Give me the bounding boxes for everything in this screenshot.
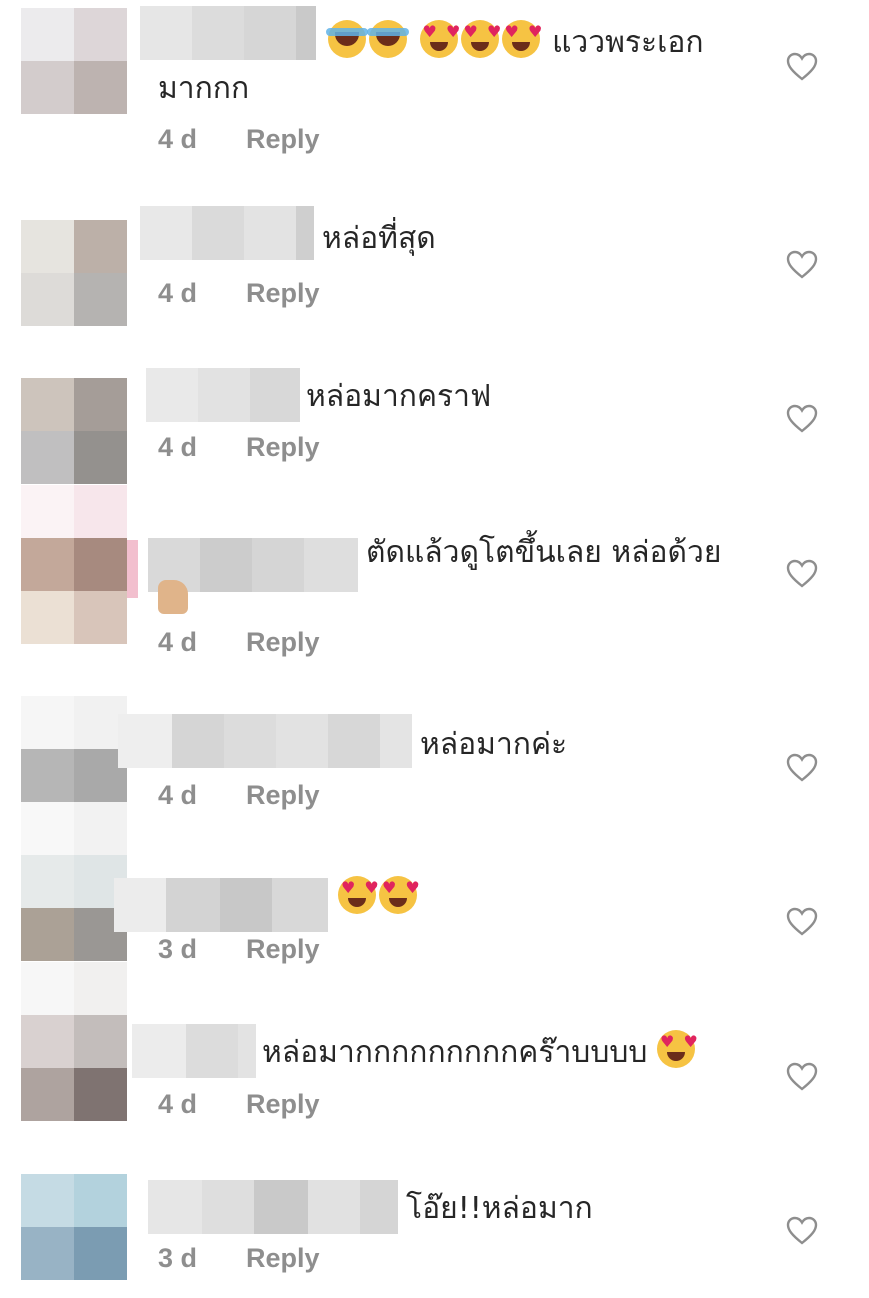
comment-text: ตัดแล้วดูโตขึ้นเลย หล่อด้วย bbox=[366, 535, 722, 570]
avatar-story-edge bbox=[127, 540, 138, 598]
reply-button[interactable]: Reply bbox=[246, 934, 320, 965]
reply-button[interactable]: Reply bbox=[246, 627, 320, 658]
comment-text bbox=[338, 876, 422, 922]
comment-body: หล่อมากกกกกกกกกคร๊าบบบบ bbox=[262, 1035, 648, 1070]
heart-eyes-emoji-icon bbox=[501, 20, 544, 58]
heart-outline-icon[interactable] bbox=[786, 404, 818, 434]
comment-text: โอ๊ย!!หล่อมาก bbox=[406, 1191, 593, 1226]
comment-time: 4 d bbox=[158, 278, 198, 308]
joy-emoji-icon bbox=[367, 20, 409, 58]
comment-meta: 3 d Reply bbox=[158, 934, 320, 965]
comment-time: 3 d bbox=[158, 934, 198, 964]
avatar[interactable] bbox=[21, 220, 127, 326]
username[interactable] bbox=[118, 714, 412, 768]
username[interactable] bbox=[132, 1024, 256, 1078]
comment-meta: 3 d Reply bbox=[158, 1243, 320, 1274]
avatar[interactable] bbox=[21, 8, 127, 114]
comment-text: หล่อมากค่ะ bbox=[420, 727, 568, 762]
heart-outline-icon[interactable] bbox=[786, 1216, 818, 1246]
reply-button[interactable]: Reply bbox=[246, 432, 320, 463]
username[interactable] bbox=[114, 878, 328, 932]
comment-meta: 4 d Reply bbox=[158, 278, 320, 309]
comment-time: 4 d bbox=[158, 780, 198, 810]
reply-button[interactable]: Reply bbox=[246, 278, 320, 309]
comment-meta: 4 d Reply bbox=[158, 627, 320, 658]
reply-button[interactable]: Reply bbox=[246, 124, 320, 155]
reply-button[interactable]: Reply bbox=[246, 1089, 320, 1120]
reply-button[interactable]: Reply bbox=[246, 1243, 320, 1274]
heart-outline-icon[interactable] bbox=[786, 1062, 818, 1092]
comment-time: 4 d bbox=[158, 627, 198, 657]
avatar[interactable] bbox=[21, 696, 127, 802]
comment-meta: 4 d Reply bbox=[158, 124, 320, 155]
heart-eyes-emoji-icon bbox=[657, 1030, 700, 1068]
joy-emoji-icon bbox=[326, 20, 368, 58]
comment-text-continued: มากกก bbox=[158, 71, 250, 106]
thumbs-up-emoji-icon bbox=[158, 580, 188, 614]
comment-meta: 4 d Reply bbox=[158, 780, 320, 811]
avatar[interactable] bbox=[21, 962, 127, 1121]
comment-time: 4 d bbox=[158, 1089, 198, 1119]
heart-eyes-emoji-icon bbox=[338, 876, 381, 914]
comment-text: หล่อที่สุด bbox=[322, 221, 436, 256]
comment-meta: 4 d Reply bbox=[158, 1089, 320, 1120]
heart-outline-icon[interactable] bbox=[786, 753, 818, 783]
avatar[interactable] bbox=[21, 378, 127, 484]
comment-time: 4 d bbox=[158, 124, 198, 154]
comment-text-continued bbox=[158, 580, 198, 620]
heart-eyes-emoji-icon bbox=[419, 20, 462, 58]
comment-text: หล่อมากกกกกกกกกคร๊าบบบบ bbox=[262, 1030, 700, 1076]
avatar[interactable] bbox=[21, 1174, 127, 1280]
username[interactable] bbox=[140, 206, 314, 260]
comment-meta: 4 d Reply bbox=[158, 432, 320, 463]
comment-time: 4 d bbox=[158, 432, 198, 462]
heart-eyes-emoji-icon bbox=[460, 20, 503, 58]
comment-text: แววพระเอก bbox=[326, 20, 704, 66]
username[interactable] bbox=[148, 1180, 398, 1234]
heart-outline-icon[interactable] bbox=[786, 559, 818, 589]
comment-body: แววพระเอก bbox=[552, 25, 704, 60]
username[interactable] bbox=[140, 6, 316, 60]
username[interactable] bbox=[146, 368, 300, 422]
heart-outline-icon[interactable] bbox=[786, 250, 818, 280]
heart-eyes-emoji-icon bbox=[379, 876, 422, 914]
comment-text: หล่อมากคราฟ bbox=[306, 379, 492, 414]
heart-outline-icon[interactable] bbox=[786, 52, 818, 82]
heart-outline-icon[interactable] bbox=[786, 907, 818, 937]
avatar[interactable] bbox=[21, 485, 127, 644]
avatar[interactable] bbox=[21, 802, 127, 961]
reply-button[interactable]: Reply bbox=[246, 780, 320, 811]
comment-time: 3 d bbox=[158, 1243, 198, 1273]
